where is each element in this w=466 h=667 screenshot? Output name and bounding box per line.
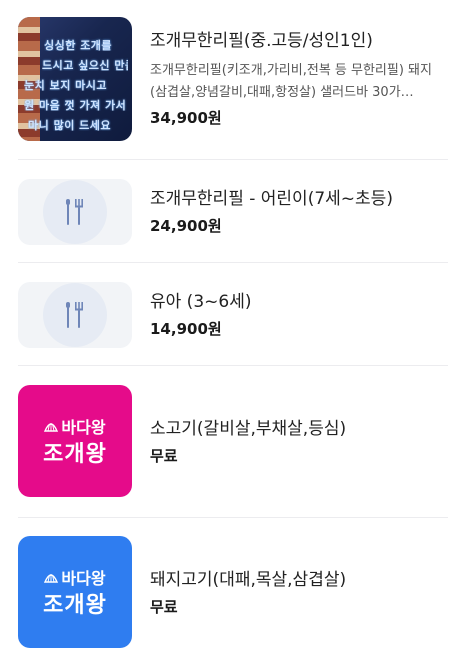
brand-logo: 바다왕 조개왕 [18,385,132,497]
menu-list: 싱싱한 조개를 드시고 싶으신 만큼 눈치 보지 마시고 원 마음 껏 가져 가… [0,0,466,667]
logo-top-text: 바다왕 [61,418,106,437]
shell-icon [44,423,59,432]
menu-item[interactable]: 유아 (3~6세) 14,900원 [0,263,466,366]
menu-item-price: 무료 [150,447,178,465]
menu-item-price: 무료 [150,598,178,616]
menu-item-price: 14,900원 [150,320,222,338]
menu-item-photo: 싱싱한 조개를 드시고 싶으신 만큼 눈치 보지 마시고 원 마음 껏 가져 가… [18,17,132,141]
logo-top-text: 바다왕 [61,569,106,588]
menu-item-name: 조개무한리필(중.고등/성인1인) [150,31,373,51]
utensils-icon [66,302,83,328]
logo-bottom-text: 조개왕 [43,442,107,467]
photo-sign-text: 마니 많이 드세요 [28,119,111,131]
menu-item-name: 돼지고기(대패,목살,삼겹살) [150,570,347,590]
menu-item[interactable]: 바다왕 조개왕 돼지고기(대패,목살,삼겹살) 무료 [0,518,466,667]
photo-sign-text: 눈치 보지 마시고 [24,79,107,91]
menu-item[interactable]: 조개무한리필 - 어린이(7세~초등) 24,900원 [0,160,466,263]
menu-item-name: 유아 (3~6세) [150,292,252,312]
menu-item-placeholder [18,179,132,245]
menu-item-description: 조개무한리필(키조개,가리비,전복 등 무한리필) 돼지(삼겹살,양념갈비,대패… [150,63,432,100]
photo-sign-text: 원 마음 껏 가져 가서 [24,99,127,111]
shell-icon [44,574,59,583]
menu-item-price: 34,900원 [150,109,222,127]
brand-logo: 바다왕 조개왕 [18,536,132,648]
menu-item[interactable]: 바다왕 조개왕 소고기(갈비살,부채살,등심) 무료 [0,366,466,518]
menu-item[interactable]: 싱싱한 조개를 드시고 싶으신 만큼 눈치 보지 마시고 원 마음 껏 가져 가… [0,0,466,160]
utensils-icon [66,199,83,225]
menu-item-price: 24,900원 [150,217,222,235]
menu-item-placeholder [18,282,132,348]
menu-item-name: 조개무한리필 - 어린이(7세~초등) [150,189,393,209]
photo-sign-text: 싱싱한 조개를 [44,39,113,51]
photo-sign-text: 드시고 싶으신 만큼 [42,59,128,71]
menu-item-name: 소고기(갈비살,부채살,등심) [150,419,347,439]
logo-bottom-text: 조개왕 [43,593,107,618]
